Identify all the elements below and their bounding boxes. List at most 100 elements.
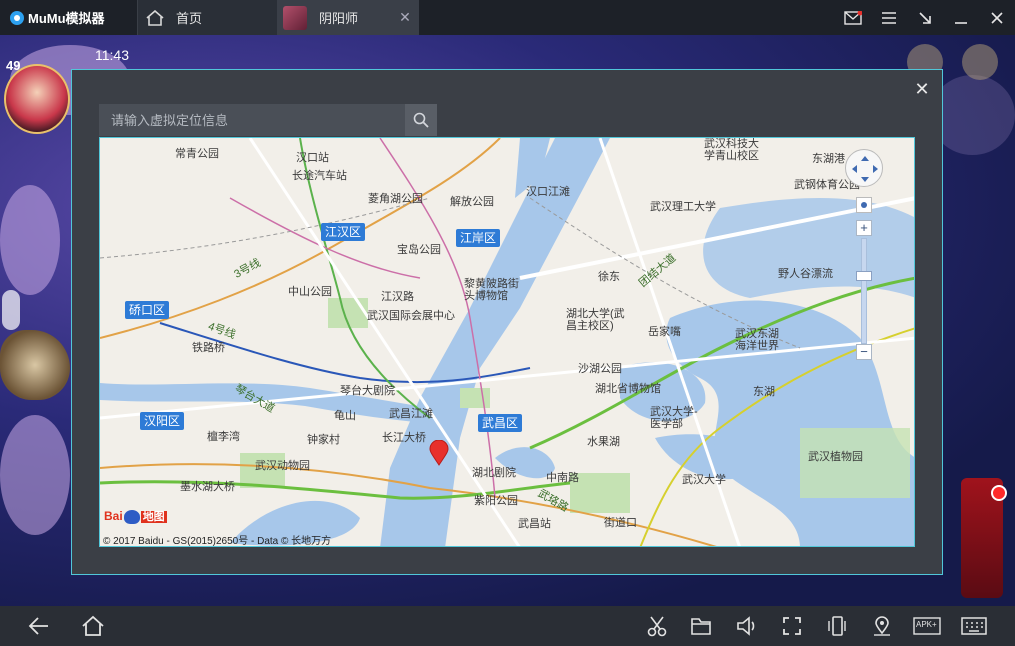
map-place-label: 武昌江滩 (389, 408, 433, 420)
map-place-label: 湖北省博物馆 (595, 383, 661, 395)
zoom-slider[interactable] (861, 238, 867, 344)
mumu-logo-icon (10, 10, 24, 25)
back-icon[interactable] (27, 614, 51, 638)
side-handle[interactable] (2, 290, 20, 330)
map-place-label: 街道口 (604, 517, 637, 529)
map-place-label: 武汉东湖海洋世界 (735, 328, 779, 352)
map-place-label: 檀李湾 (207, 431, 240, 443)
zoom-handle[interactable] (856, 271, 872, 281)
map-place-label: 武汉大学-医学部 (650, 406, 698, 430)
map-copyright: © 2017 Baidu - GS(2015)2650号 - Data © 长地… (103, 536, 332, 547)
player-level: 49 (6, 58, 21, 73)
map-place-label: 汉口江滩 (526, 186, 570, 198)
map-place-label: 武汉理工大学 (650, 201, 716, 213)
location-icon[interactable] (870, 614, 894, 638)
district-badge: 武昌区 (478, 414, 523, 432)
map-place-label: 铁路桥 (192, 342, 225, 354)
map-place-label: 江汉路 (381, 291, 414, 303)
energy-timer: 11:43 (95, 47, 129, 63)
fullscreen-icon[interactable] (780, 614, 804, 638)
scissors-icon[interactable] (645, 614, 669, 638)
map-place-label: 岳家嘴 (648, 326, 681, 338)
map-pan-control[interactable] (845, 149, 883, 187)
folder-icon[interactable] (689, 614, 713, 638)
mumu-emulator-window: MuMu模拟器 首页 阴阳师 ✕ 49 11:43 ✕ 请输入虚拟定位信息 江汉… (0, 0, 1015, 646)
virtual-location-dialog: ✕ 请输入虚拟定位信息 江汉区 江岸区 硚口区 汉阳区 武昌区 常青公园 汉口站… (71, 69, 943, 575)
location-search-input[interactable] (99, 104, 405, 136)
map-place-label: 中南路 (546, 472, 579, 484)
map-place-label: 徐东 (598, 271, 620, 283)
map-place-label: 常青公园 (175, 148, 219, 160)
volume-icon[interactable] (735, 614, 759, 638)
map-place-label: 沙湖公园 (578, 363, 622, 375)
map-place-label: 湖北剧院 (472, 467, 516, 479)
menu-icon[interactable] (871, 0, 907, 35)
game-avatar-icon (283, 5, 307, 30)
district-badge: 江岸区 (456, 229, 501, 247)
map-place-label: 武汉大学 (682, 474, 726, 486)
notification-dot (991, 485, 1007, 501)
map-place-label: 钟家村 (307, 434, 340, 446)
map-place-label: 武汉科技大学青山校区 (704, 138, 759, 162)
map-place-label: 武汉植物园 (808, 451, 863, 463)
zoom-out-button[interactable]: − (856, 344, 872, 360)
player-avatar[interactable] (4, 64, 70, 134)
home-icon[interactable] (81, 614, 105, 638)
baidu-map-logo: Bai 地图 (104, 508, 167, 524)
search-button[interactable] (405, 104, 437, 136)
minimize-icon[interactable] (943, 0, 979, 35)
tab-onmyoji[interactable]: 阴阳师 ✕ (277, 0, 419, 35)
home-icon (146, 9, 164, 26)
map-place-label: 中山公园 (288, 286, 332, 298)
map-place-label: 紫阳公园 (474, 495, 518, 507)
locate-button[interactable] (856, 197, 872, 213)
mail-icon[interactable] (835, 0, 871, 35)
baidu-logo-text: Bai (104, 509, 123, 523)
map-place-label: 长江大桥 (382, 432, 426, 444)
keyboard-icon[interactable] (960, 614, 988, 638)
bottom-toolbar: APK+ (0, 606, 1015, 646)
baidu-map[interactable]: 江汉区 江岸区 硚口区 汉阳区 武昌区 常青公园 汉口站 长途汽车站 菱角湖公园… (99, 137, 915, 547)
map-place-label: 龟山 (334, 410, 356, 422)
district-badge: 硚口区 (125, 301, 170, 319)
map-place-label: 长途汽车站 (292, 170, 347, 182)
map-place-label: 水果湖 (587, 436, 620, 448)
map-place-label: 宝岛公园 (397, 244, 441, 256)
location-marker-icon[interactable] (429, 440, 449, 466)
map-place-label: 东湖港 (812, 153, 845, 165)
map-place-label: 湖北大学(武昌主校区) (566, 308, 625, 332)
locate-icon (861, 202, 867, 208)
map-place-label: 汉口站 (296, 152, 329, 164)
apk-label: APK+ (916, 620, 937, 629)
pan-arrows-icon (852, 156, 878, 182)
apk-install-icon[interactable]: APK+ (913, 614, 941, 638)
app-brand: MuMu模拟器 (0, 0, 137, 35)
titlebar-spacer (419, 0, 835, 35)
map-place-label: 东湖 (753, 386, 775, 398)
search-icon (413, 112, 429, 128)
chat-icon[interactable] (962, 44, 998, 80)
map-place-label: 菱角湖公园 (368, 193, 423, 205)
tab-home[interactable]: 首页 (137, 0, 277, 35)
baidu-paw-icon (123, 509, 140, 524)
baidu-map-tag: 地图 (140, 511, 167, 523)
tab-close-icon[interactable]: ✕ (399, 10, 411, 24)
minimize-to-corner-icon[interactable] (907, 0, 943, 35)
district-badge: 江汉区 (321, 223, 366, 241)
map-place-label: 野人谷漂流 (778, 268, 833, 280)
dialog-close-icon[interactable]: ✕ (914, 80, 930, 98)
map-place-label: 黎黄陂路街头博物馆 (464, 278, 519, 302)
map-place-label: 解放公园 (450, 196, 494, 208)
map-place-label: 墨水湖大桥 (180, 481, 235, 493)
rotate-icon[interactable] (825, 614, 849, 638)
blossom-decoration (0, 185, 60, 295)
tab-home-label: 首页 (176, 11, 203, 26)
district-badge: 汉阳区 (140, 412, 185, 430)
app-name: MuMu模拟器 (28, 11, 105, 26)
map-place-label: 武汉动物园 (255, 460, 310, 472)
map-place-label: 琴台大剧院 (340, 385, 395, 397)
location-search (99, 104, 437, 136)
map-place-label: 武昌站 (518, 518, 551, 530)
zoom-in-button[interactable]: + (856, 220, 872, 236)
close-icon[interactable] (979, 0, 1015, 35)
